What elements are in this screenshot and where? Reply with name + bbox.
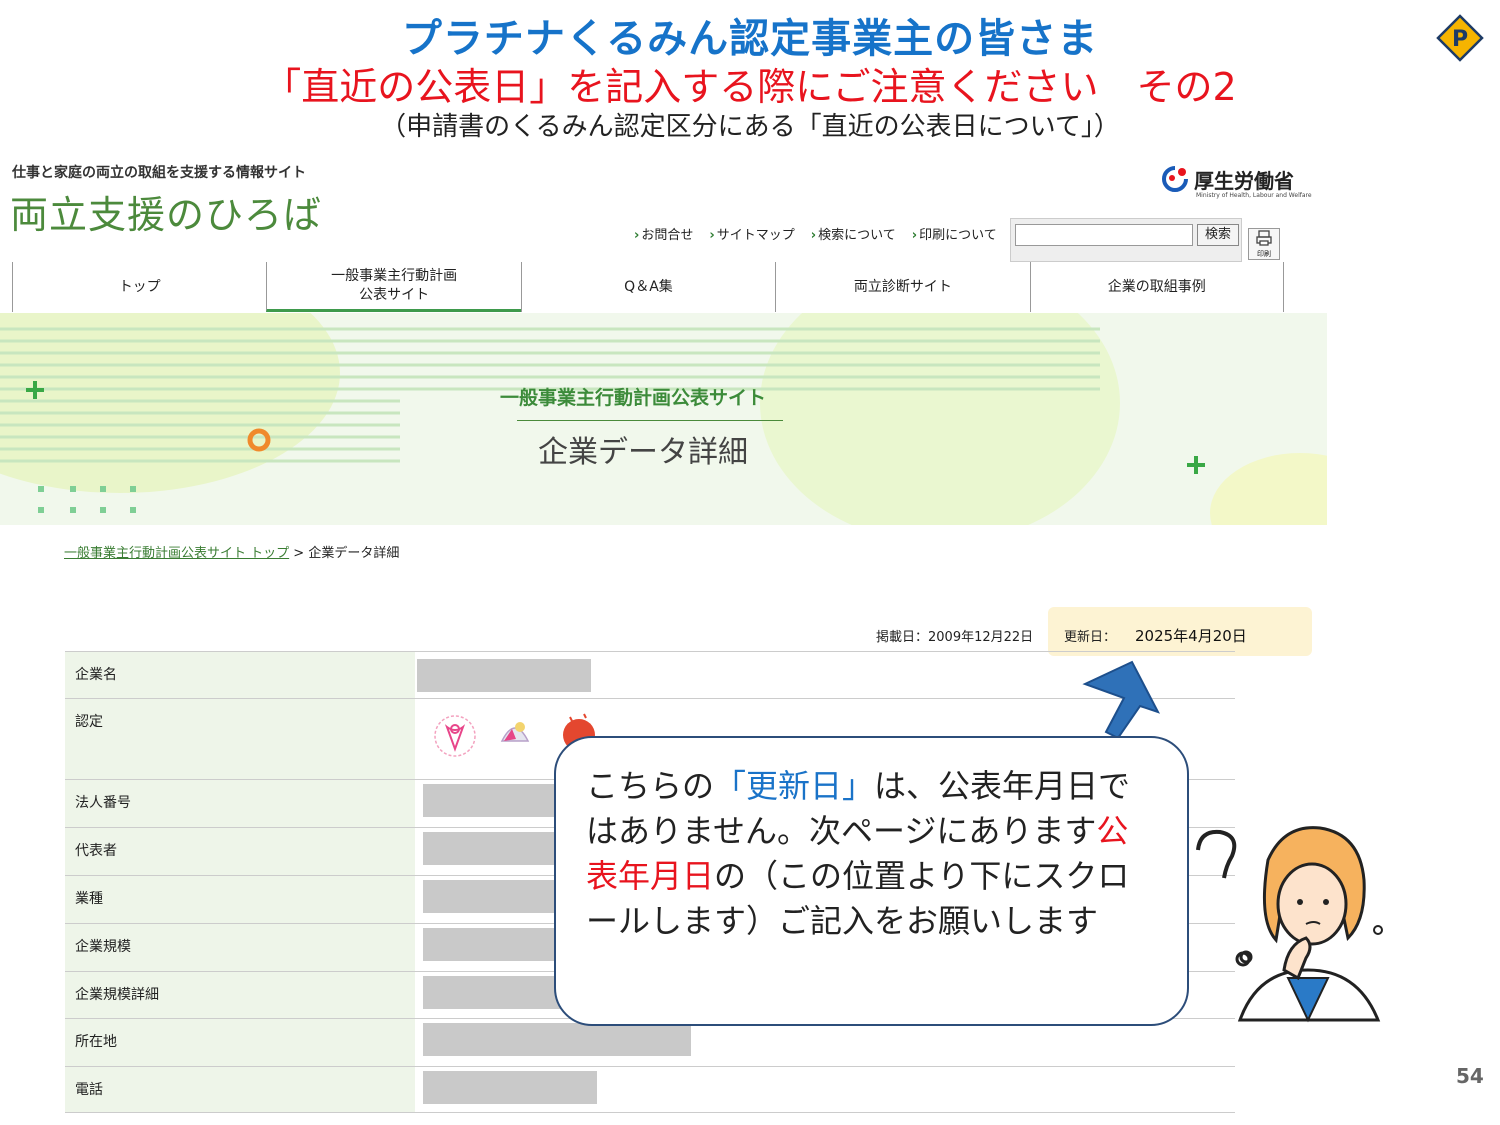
- nav-action-plan[interactable]: 一般事業主行動計画 公表サイト: [266, 262, 521, 312]
- updated-date-value: 2025年4月20日: [1135, 627, 1247, 645]
- redacted-mask: [417, 659, 591, 692]
- utility-links: お問合せ サイトマップ 検索について 印刷について: [634, 224, 997, 243]
- ministry-name: 厚生労働省: [1194, 168, 1294, 193]
- breadcrumb-separator: >: [289, 546, 309, 561]
- print-label: 印刷: [1257, 250, 1271, 258]
- row-label-corporate-number: 法人番号: [65, 780, 415, 827]
- global-nav: トップ 一般事業主行動計画 公表サイト Q＆A集 両立診断サイト 企業の取組事例: [12, 262, 1284, 312]
- ministry-mark-icon: [1162, 166, 1188, 192]
- search-area: 検索: [1010, 218, 1242, 262]
- row-label-phone: 電話: [65, 1067, 415, 1112]
- redacted-mask: [423, 832, 563, 865]
- callout-highlight-updated: 「更新日」: [714, 767, 875, 805]
- breadcrumb-current: 企業データ詳細: [308, 546, 400, 561]
- kurumin-mark-icon: [434, 715, 476, 757]
- row-label-representative: 代表者: [65, 828, 415, 875]
- row-value: [416, 1019, 1235, 1066]
- search-button[interactable]: 検索: [1197, 224, 1239, 246]
- search-input[interactable]: [1015, 224, 1193, 246]
- breadcrumb-link[interactable]: 一般事業主行動計画公表サイト トップ: [64, 546, 289, 561]
- hero-banner: 一般事業主行動計画公表サイト 企業データ詳細: [0, 313, 1327, 525]
- question-dot-icon: [1235, 951, 1251, 967]
- printer-icon: [1256, 230, 1272, 246]
- nav-diagnosis[interactable]: 両立診断サイト: [775, 262, 1029, 312]
- ministry-english: Ministry of Health, Labour and Welfare: [1196, 192, 1312, 199]
- link-sitemap[interactable]: サイトマップ: [709, 224, 795, 243]
- nav-qa[interactable]: Q＆A集: [520, 262, 775, 312]
- redacted-mask: [423, 928, 563, 961]
- site-logo[interactable]: 両立支援のひろば: [10, 184, 322, 239]
- redacted-mask: [423, 784, 563, 817]
- site-tagline: 仕事と家庭の両立の取組を支援する情報サイト: [12, 165, 306, 181]
- redacted-mask: [423, 1023, 691, 1056]
- hero-subtitle: 企業データ詳細: [538, 435, 748, 470]
- row-label-company-size: 企業規模: [65, 924, 415, 971]
- callout-bubble: こちらの「更新日」は、公表年月日ではありません。次ページにあります公表年月日の（…: [554, 736, 1189, 1026]
- p-badge-icon: P: [1436, 14, 1484, 62]
- slide-subtitle: 「直近の公表日」を記入する際にご注意ください その2: [263, 65, 1237, 109]
- nav-top[interactable]: トップ: [12, 262, 266, 312]
- posted-date-text: 掲載日：2009年12月22日: [876, 630, 1034, 645]
- updated-date-label: 更新日：: [1064, 630, 1117, 645]
- link-search-help[interactable]: 検索について: [811, 224, 896, 243]
- redacted-mask: [423, 1071, 597, 1104]
- ministry-logo[interactable]: 厚生労働省: [1160, 164, 1294, 194]
- redacted-mask: [423, 880, 563, 913]
- breadcrumb: 一般事業主行動計画公表サイト トップ > 企業データ詳細: [64, 542, 399, 561]
- badge-letter: P: [1452, 27, 1468, 52]
- hero-decoration: [0, 313, 1327, 525]
- redacted-mask: [423, 976, 563, 1009]
- row-value: [416, 1067, 1235, 1112]
- link-contact[interactable]: お問合せ: [634, 224, 693, 243]
- callout-text-1: こちらの: [586, 767, 715, 805]
- hero-title: 一般事業主行動計画公表サイト: [500, 387, 767, 409]
- question-mark-icon: [1196, 829, 1237, 879]
- row-label-industry: 業種: [65, 876, 415, 923]
- table-row: 電話: [65, 1066, 1235, 1113]
- slide-note: （申請書のくるみん認定区分にある「直近の公表日について」）: [380, 112, 1120, 142]
- hero-divider: [517, 420, 783, 421]
- page-number: 54: [1456, 1064, 1484, 1088]
- platinum-kurumin-mark-icon: [500, 722, 530, 742]
- table-row: 企業名: [65, 651, 1235, 698]
- nav-cases[interactable]: 企業の取組事例: [1029, 262, 1284, 312]
- row-label-company-name: 企業名: [65, 652, 415, 698]
- row-label-company-size-detail: 企業規模詳細: [65, 972, 415, 1018]
- row-label-certification: 認定: [65, 699, 415, 779]
- thinking-woman-illustration: [1196, 826, 1383, 1023]
- print-button[interactable]: 印刷: [1248, 228, 1280, 260]
- arrow-up-icon: [1082, 660, 1161, 740]
- link-print-help[interactable]: 印刷について: [912, 224, 997, 243]
- posted-date: 掲載日：2009年12月22日: [876, 626, 1033, 645]
- row-label-address: 所在地: [65, 1019, 415, 1066]
